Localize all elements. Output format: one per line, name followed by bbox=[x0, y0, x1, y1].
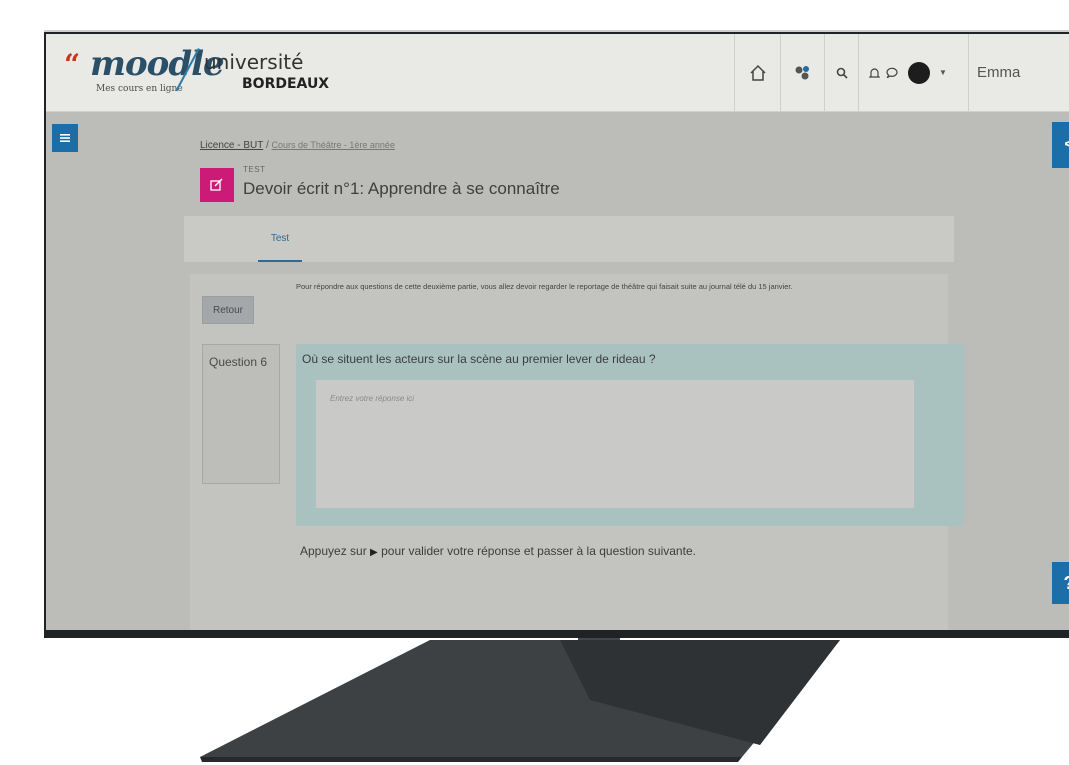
search-button[interactable] bbox=[824, 34, 858, 111]
hint-text-after: pour valider votre réponse et passer à l… bbox=[381, 544, 696, 558]
logo-tagline: Mes cours en ligne bbox=[96, 84, 183, 94]
monitor-stand-neck bbox=[578, 636, 620, 668]
hint-text-before: Appuyez sur bbox=[300, 544, 367, 558]
moodle-mark-icon: “ bbox=[64, 48, 81, 81]
secondary-nav: Test bbox=[184, 216, 954, 262]
activity-type: TEST bbox=[243, 165, 266, 174]
question-number: Question 6 bbox=[209, 355, 268, 369]
menu-icon bbox=[60, 134, 70, 142]
breadcrumb-item-course[interactable]: Cours de Théâtre - 1ère année bbox=[272, 140, 395, 150]
chevron-down-icon[interactable]: ▼ bbox=[939, 68, 947, 77]
user-avatar[interactable] bbox=[908, 61, 930, 84]
site-logo[interactable]: “ moodle Mes cours en ligne université B… bbox=[64, 44, 364, 100]
drawer-toggle-button[interactable] bbox=[52, 124, 78, 152]
submit-hint: Appuyez sur ▶ pour valider votre réponse… bbox=[300, 544, 696, 558]
edit-test-icon bbox=[210, 178, 223, 191]
home-button[interactable] bbox=[734, 34, 780, 111]
university-name: université bbox=[204, 50, 304, 74]
breadcrumb: Licence - BUT / Cours de Théâtre - 1ère … bbox=[200, 140, 395, 151]
question-panel: Où se situent les acteurs sur la scène a… bbox=[296, 344, 964, 526]
tab-test[interactable]: Test bbox=[258, 216, 302, 262]
university-city: BORDEAUX bbox=[242, 76, 330, 92]
breadcrumb-separator: / bbox=[265, 140, 269, 151]
answer-input[interactable] bbox=[316, 380, 914, 508]
question-text: Où se situent les acteurs sur la scène a… bbox=[302, 352, 656, 366]
breadcrumb-item-licence[interactable]: Licence - BUT bbox=[200, 140, 263, 151]
user-name[interactable]: Emma bbox=[968, 34, 1058, 111]
home-icon bbox=[749, 64, 766, 81]
bell-icon[interactable] bbox=[869, 67, 880, 79]
right-drawer-toggle[interactable]: < bbox=[1052, 122, 1069, 168]
monitor: “ moodle Mes cours en ligne université B… bbox=[44, 30, 1069, 638]
user-actions-group: ▼ bbox=[858, 34, 960, 111]
help-button[interactable]: ? bbox=[1052, 562, 1069, 604]
top-navbar: “ moodle Mes cours en ligne université B… bbox=[46, 34, 1069, 112]
page-title: Devoir écrit n°1: Apprendre à se connaît… bbox=[243, 179, 560, 198]
question-info-box: Question 6 bbox=[202, 344, 280, 484]
back-button[interactable]: Retour bbox=[202, 296, 254, 324]
play-icon: ▶ bbox=[370, 547, 378, 558]
message-bubble-icon[interactable] bbox=[886, 67, 898, 78]
search-icon bbox=[836, 67, 848, 79]
connections-icon bbox=[795, 65, 809, 79]
screen: “ moodle Mes cours en ligne université B… bbox=[46, 34, 1069, 630]
connections-button[interactable] bbox=[780, 34, 824, 111]
activity-icon bbox=[200, 168, 234, 202]
photo-scene: “ moodle Mes cours en ligne université B… bbox=[0, 0, 1069, 765]
quiz-intro-text: Pour répondre aux questions de cette deu… bbox=[296, 282, 793, 291]
